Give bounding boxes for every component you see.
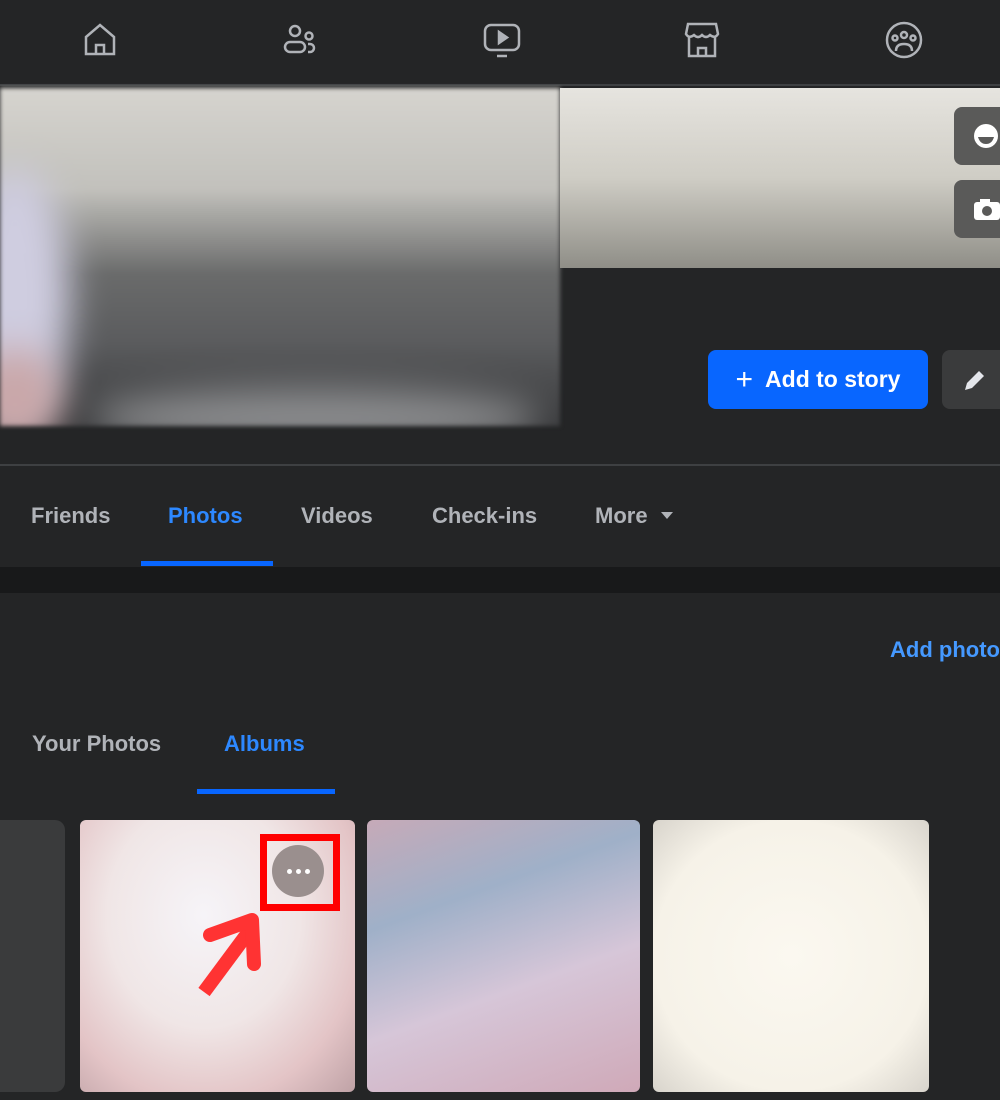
- edit-cover-photo-button[interactable]: [954, 180, 1000, 238]
- section-separator: [0, 567, 1000, 593]
- camera-icon: [974, 199, 1000, 220]
- create-album-tile[interactable]: [0, 820, 65, 1092]
- add-photos-link[interactable]: Add photo: [890, 637, 1000, 663]
- add-to-story-label: Add to story: [765, 366, 901, 392]
- active-tab-indicator: [141, 561, 273, 566]
- album-tile[interactable]: [653, 820, 929, 1092]
- avatar-icon: [974, 124, 998, 148]
- highlight-box-annotation: [260, 834, 340, 911]
- pencil-icon: [965, 370, 984, 390]
- tab-more-label: More: [595, 503, 648, 528]
- arrow-annotation-icon: [198, 913, 261, 997]
- caret-down-icon: [660, 512, 673, 519]
- home-icon[interactable]: [78, 18, 122, 62]
- active-subtab-indicator: [197, 789, 335, 794]
- tab-videos[interactable]: Videos: [301, 503, 373, 529]
- edit-profile-button[interactable]: [942, 350, 1000, 409]
- watch-icon[interactable]: [480, 18, 524, 62]
- divider: [0, 464, 1000, 466]
- subtab-albums[interactable]: Albums: [224, 731, 305, 757]
- add-to-story-button[interactable]: + Add to story: [708, 350, 928, 409]
- cover-photo: [560, 88, 1000, 268]
- tab-check-ins[interactable]: Check-ins: [432, 503, 537, 529]
- subtab-your-photos[interactable]: Your Photos: [32, 731, 161, 757]
- marketplace-icon[interactable]: [680, 18, 724, 62]
- tab-more[interactable]: More: [595, 503, 674, 529]
- album-tile[interactable]: [367, 820, 640, 1092]
- groups-icon[interactable]: [882, 18, 926, 62]
- plus-icon: +: [735, 362, 754, 396]
- tab-friends[interactable]: Friends: [31, 503, 110, 529]
- avatar-button[interactable]: [954, 107, 1000, 165]
- tab-photos[interactable]: Photos: [168, 503, 243, 529]
- top-navigation-bar: [0, 0, 1000, 86]
- profile-cover-photo-blurred: [0, 88, 560, 426]
- friends-icon[interactable]: [278, 18, 322, 62]
